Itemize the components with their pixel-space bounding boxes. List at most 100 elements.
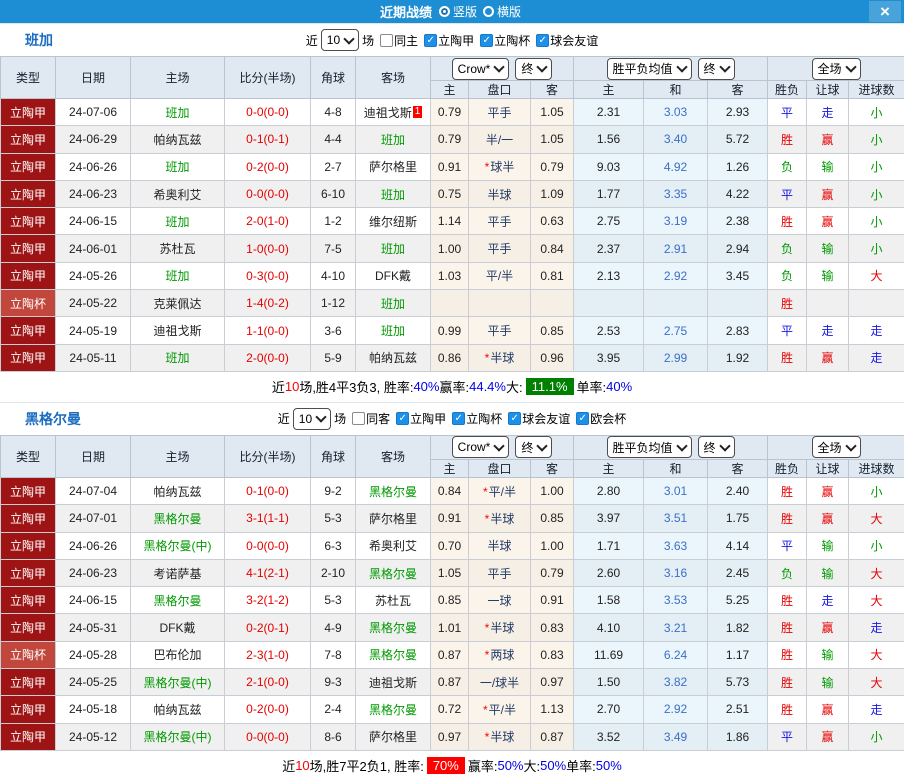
star-icon: *	[485, 512, 490, 526]
home-odds-cell: 0.87	[431, 669, 469, 696]
handicap-result-cell: 输	[807, 262, 849, 289]
select-value: 终	[521, 439, 533, 456]
sub-column-header: 盘口	[469, 81, 531, 99]
sub-column-header: 客	[531, 81, 574, 99]
handicap-cell: 平手	[469, 99, 531, 126]
away-odds-cell: 0.79	[531, 559, 574, 586]
halftime-score: (2-1)	[264, 566, 289, 580]
summary-segment: 50%	[540, 758, 566, 773]
handicap-result-cell: 输	[807, 559, 849, 586]
final-select[interactable]: 终	[698, 436, 735, 458]
layout-radio-horizontal[interactable]: 横版	[483, 3, 521, 20]
away-odds-cell	[531, 290, 574, 317]
away-team-cell: 班加	[356, 180, 431, 207]
home-team-cell: 希奥利艾	[131, 180, 225, 207]
final-select[interactable]: 终	[698, 58, 735, 80]
away-team-cell: 迪祖戈斯	[356, 669, 431, 696]
column-header: 角球	[311, 57, 356, 99]
fulltime-score: 3-1	[246, 511, 263, 525]
corner-cell: 5-3	[311, 505, 356, 532]
euro-draw-cell: 3.19	[644, 208, 708, 235]
handicap-cell: 平手	[469, 235, 531, 262]
home-odds-cell: 0.84	[431, 477, 469, 504]
close-icon[interactable]: ×	[869, 1, 901, 22]
goals-result-cell: 大	[849, 641, 904, 668]
matches-table: 类型日期主场比分(半场)角球客场Crow*终胜平负均值终全场主盘口客主和客胜负让…	[0, 435, 904, 751]
summary-segment: 40%	[606, 379, 632, 394]
result-cell: 平	[768, 317, 807, 344]
full-match-select[interactable]: 全场	[812, 436, 861, 458]
handicap-value: 半球	[490, 621, 514, 635]
euro-home-cell: 2.37	[574, 235, 644, 262]
filter-checkbox-立陶甲[interactable]: ✓立陶甲	[396, 410, 446, 427]
summary-line: 近10场,胜4平3负3, 胜率:40% 赢率:44.4% 大:11.1% 单率:…	[0, 372, 904, 402]
sub-column-header: 客	[708, 459, 768, 477]
handicap-value: 平手	[487, 567, 511, 581]
euro-away-cell: 1.75	[708, 505, 768, 532]
final-select[interactable]: 终	[515, 436, 552, 458]
filter-checkbox-球会友谊[interactable]: ✓球会友谊	[508, 410, 570, 427]
goals-result-cell: 小	[849, 532, 904, 559]
date-cell: 24-06-23	[56, 180, 131, 207]
sub-column-header: 进球数	[849, 81, 904, 99]
result-cell: 平	[768, 180, 807, 207]
filter-checkbox-立陶甲[interactable]: ✓立陶甲	[424, 32, 474, 49]
away-odds-cell: 1.13	[531, 696, 574, 723]
halftime-score: (0-1)	[264, 621, 289, 635]
away-team-cell: 黑格尔曼	[356, 696, 431, 723]
column-header: 客场	[356, 435, 431, 477]
wdl-average-select[interactable]: 胜平负均值	[607, 58, 692, 80]
halftime-score: (1-0)	[264, 214, 289, 228]
checkbox-checked-icon: ✓	[424, 34, 437, 47]
score-cell: 2-0(1-0)	[225, 208, 311, 235]
checkbox-label: 立陶杯	[494, 32, 530, 49]
score-cell: 0-1(0-1)	[225, 126, 311, 153]
bookmaker-select[interactable]: Crow*	[452, 436, 510, 458]
sub-column-header: 胜负	[768, 81, 807, 99]
league-cell: 立陶甲	[1, 559, 56, 586]
filter-checkbox-立陶杯[interactable]: ✓立陶杯	[452, 410, 502, 427]
header-row-top: 类型日期主场比分(半场)角球客场Crow*终胜平负均值终全场	[1, 57, 904, 81]
column-header: 主场	[131, 435, 225, 477]
wdl-average-select[interactable]: 胜平负均值	[607, 436, 692, 458]
euro-away-cell: 2.94	[708, 235, 768, 262]
fulltime-score: 0-2	[246, 621, 263, 635]
date-cell: 24-06-15	[56, 208, 131, 235]
chevron-down-icon	[719, 440, 730, 451]
handicap-value: 平/半	[486, 269, 513, 283]
fulltime-score: 0-0	[246, 539, 263, 553]
column-header: 角球	[311, 435, 356, 477]
filter-checkbox-球会友谊[interactable]: ✓球会友谊	[536, 32, 598, 49]
goals-result-cell: 小	[849, 180, 904, 207]
home-odds-cell: 1.00	[431, 235, 469, 262]
final-select[interactable]: 终	[515, 58, 552, 80]
home-odds-cell: 1.01	[431, 614, 469, 641]
team-name: 黑格尔曼	[25, 409, 81, 429]
score-cell: 0-2(0-0)	[225, 153, 311, 180]
halftime-score: (0-0)	[264, 702, 289, 716]
halftime-score: (1-0)	[264, 648, 289, 662]
filter-checkbox-同主[interactable]: 同主	[380, 32, 418, 49]
filter-checkbox-立陶杯[interactable]: ✓立陶杯	[480, 32, 530, 49]
games-count-select[interactable]: 10	[293, 408, 331, 430]
full-match-select[interactable]: 全场	[812, 58, 861, 80]
result-cell: 负	[768, 235, 807, 262]
summary-segment: 赢率:	[439, 377, 469, 396]
home-team-cell: 克莱佩达	[131, 290, 225, 317]
layout-radio-vertical[interactable]: 竖版	[439, 3, 477, 20]
filter-checkbox-同客[interactable]: 同客	[352, 410, 390, 427]
games-count-select[interactable]: 10	[321, 29, 359, 51]
table-row: 立陶甲24-06-26黑格尔曼(中)0-0(0-0)6-3希奥利艾0.70半球1…	[1, 532, 904, 559]
filter-checkbox-欧会杯[interactable]: ✓欧会杯	[576, 410, 626, 427]
euro-away-cell: 5.72	[708, 126, 768, 153]
select-value: 胜平负均值	[613, 439, 673, 456]
euro-home-cell: 2.31	[574, 99, 644, 126]
bookmaker-select[interactable]: Crow*	[452, 58, 510, 80]
euro-away-cell: 2.83	[708, 317, 768, 344]
date-cell: 24-06-15	[56, 587, 131, 614]
fulltime-score: 1-4	[246, 296, 263, 310]
handicap-cell: *半球	[469, 344, 531, 371]
goals-result-cell: 走	[849, 317, 904, 344]
chevron-down-icon	[537, 61, 548, 72]
halftime-score: (0-0)	[264, 730, 289, 744]
